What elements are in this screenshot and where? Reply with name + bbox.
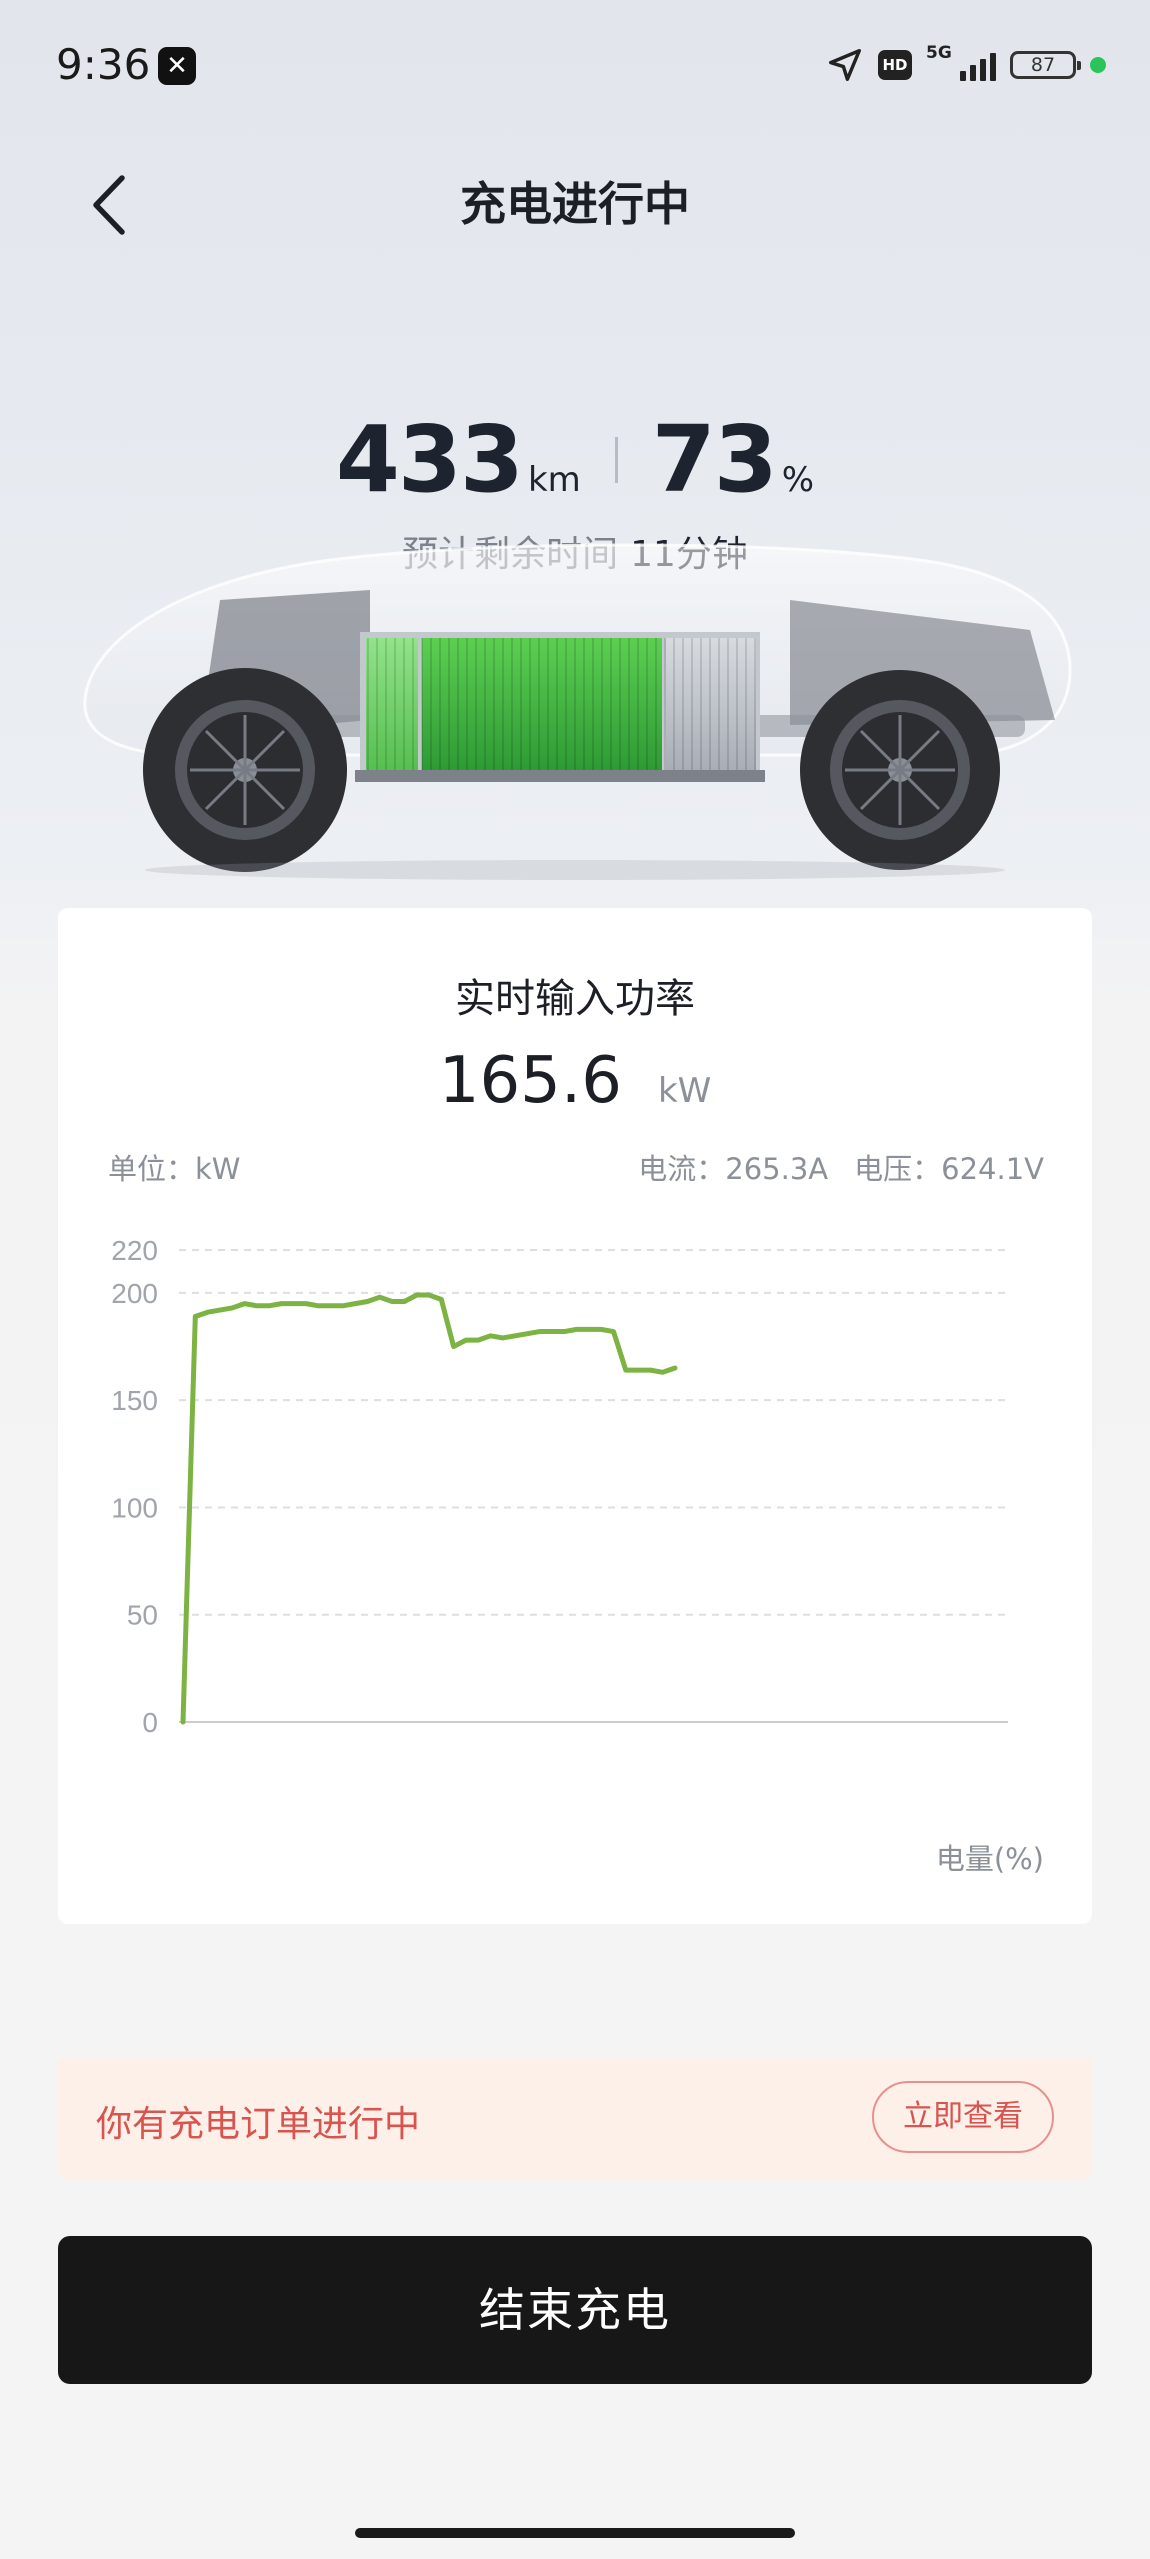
power-chart-card: 实时输入功率 165.6 kW 单位：kW 电流：265.3A 电压：624.1V … xyxy=(58,908,1092,1924)
green-dot-icon xyxy=(1090,57,1106,73)
battery-icon: 87 xyxy=(1010,51,1081,79)
signal-icon: 5G xyxy=(926,43,996,83)
status-icons: HD 5G 87 xyxy=(826,43,1106,84)
x-tick-label: 53 xyxy=(413,1763,444,1768)
x-axis-title: 电量(%) xyxy=(935,1842,1044,1876)
end-charging-button[interactable]: 结束充电 xyxy=(58,2236,1092,2384)
order-banner-text: 你有充电订单进行中 xyxy=(96,2104,421,2145)
y-tick-label: 200 xyxy=(111,1278,158,1309)
order-banner: 你有充电订单进行中 立即查看 xyxy=(58,2057,1092,2179)
network-type: 5G xyxy=(926,43,952,63)
view-order-button[interactable]: 立即查看 xyxy=(872,2081,1054,2153)
power-series-line xyxy=(180,1292,678,1725)
power-unit: kW xyxy=(657,1071,712,1111)
x-tick-label: 73 xyxy=(659,1763,690,1768)
voltage-value: 电压：624.1V xyxy=(854,1152,1044,1186)
car-chassis-image xyxy=(83,543,1072,880)
range-value: 433 xyxy=(335,406,524,513)
y-tick-label: 0 xyxy=(142,1707,158,1738)
status-time: 9:36 xyxy=(56,40,151,89)
hd-icon: HD xyxy=(878,50,912,80)
y-tick-label: 220 xyxy=(111,1235,158,1266)
current-value: 电流：265.3A xyxy=(638,1152,829,1186)
power-chart: 0 50 100 150 200 220 33 43 53 63 73 83 93 xyxy=(111,1235,1008,1768)
electrical-info: 电流：265.3A 电压：624.1V xyxy=(638,1146,1044,1188)
app-x-icon: ✕ xyxy=(158,47,196,85)
x-tick-label: 63 xyxy=(536,1763,567,1768)
x-tick-label: 83 xyxy=(782,1763,813,1768)
charge-summary: 433 km 73% xyxy=(0,406,1150,513)
y-tick-label: 150 xyxy=(111,1385,158,1416)
soc-unit: % xyxy=(781,460,815,500)
x-tick-label: 93 xyxy=(905,1763,936,1768)
location-arrow-icon xyxy=(829,49,861,81)
page-title: 充电进行中 xyxy=(460,177,690,231)
range-unit: km xyxy=(527,460,581,500)
soc-value: 73 xyxy=(651,406,778,513)
home-indicator[interactable] xyxy=(355,2528,795,2538)
status-bar: 9:36 ✕ HD 5G 87 xyxy=(0,0,1150,140)
chart-unit-label: 单位：kW xyxy=(108,1152,241,1186)
y-tick-label: 50 xyxy=(127,1600,158,1631)
x-tick-label: 43 xyxy=(290,1763,321,1768)
summary-divider xyxy=(614,437,618,483)
y-tick-label: 100 xyxy=(111,1492,158,1523)
power-value: 165.6 xyxy=(438,1044,622,1118)
chart-title: 实时输入功率 xyxy=(455,976,695,1022)
power-readout: 165.6 kW xyxy=(58,1044,1092,1118)
x-tick-label: 33 xyxy=(167,1763,198,1768)
